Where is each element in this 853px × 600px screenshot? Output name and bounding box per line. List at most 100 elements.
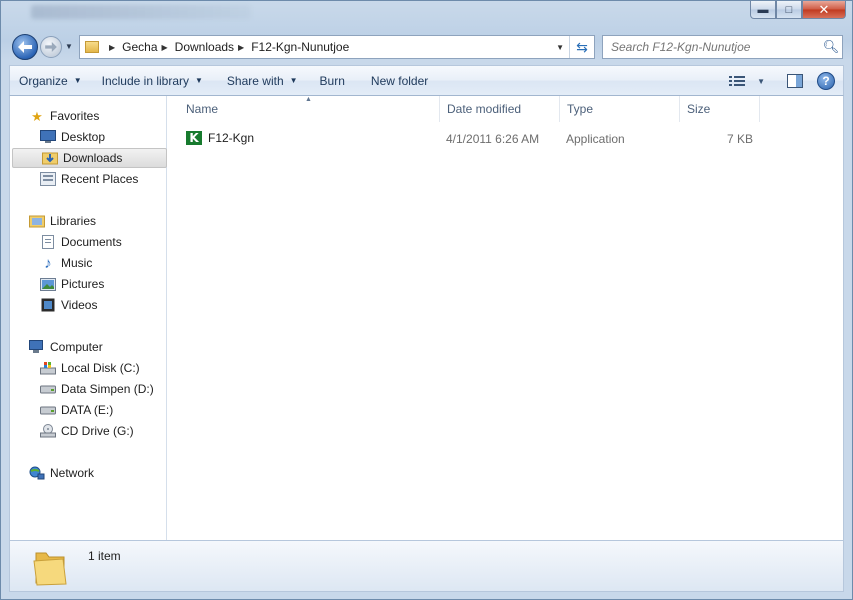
preview-pane-button[interactable] (783, 69, 807, 93)
explorer-window: ▬ □ ✕ ▼ ▶ Gecha ▶ Downloads ▶ F12-Kgn-Nunu… (0, 0, 853, 600)
desktop-icon (40, 129, 56, 145)
file-name-cell: K F12-Kgn (186, 131, 254, 145)
pictures-icon (40, 276, 56, 292)
column-header-date-modified[interactable]: Date modified (440, 96, 560, 122)
chevron-down-icon: ▼ (195, 76, 203, 85)
organize-label: Organize (19, 73, 68, 88)
command-bar: Organize ▼ Include in library ▼ Share with… (9, 65, 844, 96)
breadcrumb-label: Gecha (122, 40, 158, 54)
breadcrumb-label: F12-Kgn-Nunutjoe (251, 40, 350, 54)
arrow-right-icon (45, 42, 57, 52)
videos-icon (40, 297, 56, 313)
column-label: Size (687, 102, 711, 116)
nav-network[interactable]: Network (11, 463, 167, 483)
blurred-title (31, 5, 251, 19)
recent-pages-dropdown[interactable]: ▼ (65, 42, 73, 51)
star-icon: ★ (31, 108, 43, 124)
chevron-down-icon: ▼ (289, 76, 298, 85)
system-drive-icon (40, 360, 56, 376)
documents-icon (40, 234, 56, 250)
nav-label: Videos (61, 298, 98, 312)
nav-pictures[interactable]: Pictures (11, 274, 167, 294)
file-size: 7 KB (726, 132, 753, 146)
minimize-button[interactable]: ▬ (750, 1, 776, 19)
hard-drive-icon (40, 402, 56, 418)
item-count: 1 item (88, 549, 121, 563)
command-bar-right: ▼ ? (725, 69, 835, 93)
help-button[interactable]: ? (817, 72, 835, 90)
view-options-dropdown[interactable]: ▼ (753, 69, 769, 93)
breadcrumb-separator[interactable]: ▶ (105, 36, 122, 58)
nav-favorites[interactable]: ★ Favorites (11, 106, 167, 126)
nav-videos[interactable]: Videos (11, 295, 167, 315)
maximize-button[interactable]: □ (776, 1, 802, 19)
file-list-view: ▲ Name Date modified Type Size K F12-Kgn… (167, 96, 844, 540)
caption-buttons: ▬ □ ✕ (750, 1, 846, 19)
nav-recent-places[interactable]: Recent Places (11, 169, 167, 189)
nav-cd-drive-g[interactable]: CD Drive (G:) (11, 421, 167, 441)
network-icon (29, 465, 45, 481)
nav-data-simpen-d[interactable]: Data Simpen (D:) (11, 379, 167, 399)
search-input[interactable] (609, 36, 820, 58)
nav-label: Network (50, 466, 95, 480)
nav-label: Downloads (63, 151, 123, 165)
include-in-library-button[interactable]: Include in library ▼ (93, 68, 212, 94)
organize-button[interactable]: Organize ▼ (10, 68, 91, 94)
breadcrumb-downloads[interactable]: Downloads ▶ (175, 36, 252, 58)
nav-computer[interactable]: Computer (11, 337, 167, 357)
nav-data-e[interactable]: DATA (E:) (11, 400, 167, 420)
details-pane: 1 item (9, 540, 844, 592)
nav-label: Computer (50, 340, 103, 354)
computer-icon (29, 339, 45, 355)
cd-drive-icon (40, 423, 56, 439)
chevron-down-icon: ▼ (757, 76, 765, 86)
address-history-dropdown[interactable]: ▼ (556, 43, 564, 52)
close-button[interactable]: ✕ (802, 1, 846, 19)
column-label: Date modified (447, 102, 522, 116)
chevron-right-icon[interactable]: ▶ (162, 43, 168, 52)
navigation-pane: ★ Favorites Desktop Downloads Recent Pla… (9, 96, 167, 540)
view-details-icon (729, 76, 746, 86)
burn-button[interactable]: Burn (311, 68, 354, 94)
new-folder-button[interactable]: New folder (362, 68, 437, 94)
title-bar: ▬ □ ✕ (1, 1, 852, 29)
column-header-size[interactable]: Size (680, 96, 760, 122)
column-label: Type (567, 102, 594, 116)
refresh-button[interactable]: ⇆ (569, 36, 594, 58)
folder-icon (33, 552, 67, 586)
file-row[interactable]: K F12-Kgn 4/1/2011 6:26 AM Application 7… (181, 129, 801, 149)
new-folder-label: New folder (370, 73, 429, 88)
nav-label: Documents (61, 235, 122, 249)
nav-documents[interactable]: Documents (11, 232, 167, 252)
column-header-name[interactable]: Name (179, 96, 440, 122)
recent-places-icon (40, 171, 56, 187)
nav-label: Local Disk (C:) (61, 361, 140, 375)
chevron-right-icon[interactable]: ▶ (238, 43, 244, 52)
hard-drive-icon (40, 381, 56, 397)
nav-label: DATA (E:) (61, 403, 114, 417)
forward-button[interactable] (40, 36, 62, 58)
breadcrumb-gecha[interactable]: Gecha ▶ (122, 36, 175, 58)
address-bar[interactable]: ▶ Gecha ▶ Downloads ▶ F12-Kgn-Nunutjoe ▼ ⇆ (79, 35, 595, 59)
nav-label: Data Simpen (D:) (61, 382, 154, 396)
search-icon[interactable]: 🔍︎ (820, 39, 842, 55)
search-box[interactable]: 🔍︎ (602, 35, 843, 59)
include-in-library-label: Include in library (101, 73, 189, 88)
nav-label: CD Drive (G:) (61, 424, 134, 438)
breadcrumb-label: Downloads (174, 40, 235, 54)
nav-downloads[interactable]: Downloads (12, 148, 167, 168)
breadcrumb-current[interactable]: F12-Kgn-Nunutjoe (251, 36, 349, 58)
nav-local-disk-c[interactable]: Local Disk (C:) (11, 358, 167, 378)
nav-label: Music (61, 256, 93, 270)
folder-icon (85, 41, 99, 53)
kgn-app-icon: K (186, 131, 202, 145)
nav-music[interactable]: ♪ Music (11, 253, 167, 273)
back-button[interactable] (12, 34, 38, 60)
nav-desktop[interactable]: Desktop (11, 127, 167, 147)
column-header-type[interactable]: Type (560, 96, 680, 122)
navigation-row: ▼ ▶ Gecha ▶ Downloads ▶ F12-Kgn-Nunutjoe ▼… (1, 31, 852, 63)
file-date-modified: 4/1/2011 6:26 AM (446, 132, 540, 146)
nav-libraries[interactable]: Libraries (11, 211, 167, 231)
change-view-button[interactable] (725, 69, 749, 93)
share-with-button[interactable]: Share with ▼ (218, 68, 307, 94)
